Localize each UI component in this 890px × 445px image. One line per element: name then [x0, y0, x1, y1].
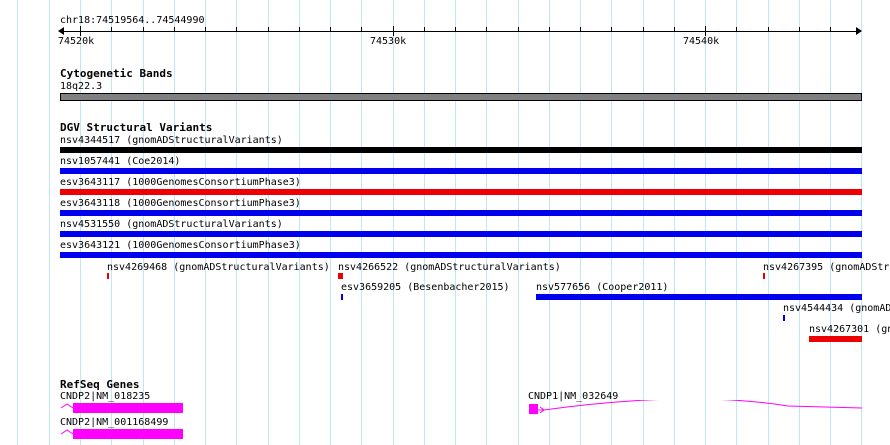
variant-feature[interactable] — [60, 231, 862, 237]
ruler-minor-tick — [518, 27, 519, 32]
variant-feature[interactable] — [809, 336, 862, 342]
ruler-minor-tick — [299, 27, 300, 32]
ruler-minor-tick — [580, 27, 581, 32]
variant-label: esv3643117 (1000GenomesConsortiumPhase3) — [60, 177, 301, 188]
variant-feature[interactable] — [60, 210, 862, 216]
grid-line — [674, 0, 675, 445]
variant-label: nsv4266522 (gnomADStructuralVariants) — [338, 262, 561, 273]
ruler-minor-tick — [768, 27, 769, 32]
gene-label: CNDP2|NM_001168499 — [60, 417, 169, 428]
grid-line — [330, 0, 331, 445]
cytoband-bar[interactable] — [60, 93, 862, 101]
grid-line — [705, 0, 706, 445]
cytoband-track-title[interactable]: Cytogenetic Bands — [60, 68, 173, 80]
ruler-major-tick — [393, 26, 394, 36]
grid-line — [455, 0, 456, 445]
grid-line — [361, 0, 362, 445]
grid-line — [736, 0, 737, 445]
gene-model[interactable] — [60, 402, 186, 416]
ruler-minor-tick — [268, 27, 269, 32]
refseq-track-title[interactable]: RefSeq Genes — [60, 379, 139, 391]
variant-feature[interactable] — [536, 294, 862, 300]
grid-line — [518, 0, 519, 445]
ruler-minor-tick — [736, 27, 737, 32]
variant-label: nsv4267301 (gn — [809, 324, 890, 335]
ruler-minor-tick — [455, 27, 456, 32]
variant-feature[interactable] — [60, 147, 862, 153]
ruler-minor-tick — [799, 27, 800, 32]
variant-label: esv3659205 (Besenbacher2015) — [341, 282, 510, 293]
grid-line — [861, 0, 862, 445]
ruler-minor-tick — [611, 27, 612, 32]
variant-label: nsv4269468 (gnomADStructuralVariants) — [107, 262, 330, 273]
gene-label: CNDP2|NM_018235 — [60, 391, 151, 402]
variant-feature[interactable] — [763, 273, 765, 279]
ruler-minor-tick — [549, 27, 550, 32]
ruler-minor-tick — [486, 27, 487, 32]
variant-label: nsv4344517 (gnomADStructuralVariants) — [60, 135, 283, 146]
gene-model[interactable] — [60, 428, 186, 442]
grid-line — [49, 0, 50, 445]
grid-line — [643, 0, 644, 445]
grid-line — [17, 0, 18, 445]
variant-label: nsv577656 (Cooper2011) — [536, 282, 669, 293]
variant-label: nsv1057441 (Coe2014) — [60, 156, 181, 167]
ruler-minor-tick — [143, 27, 144, 32]
cytoband-label: 18q22.3 — [60, 81, 103, 92]
ruler-major-tick — [705, 26, 706, 36]
ruler-tick-label: 74520k — [58, 36, 95, 47]
arrow-right-icon — [856, 27, 862, 35]
grid-line — [611, 0, 612, 445]
ruler-tick-label: 74530k — [370, 36, 407, 47]
grid-line — [549, 0, 550, 445]
variant-label: esv3643121 (1000GenomesConsortiumPhase3) — [60, 240, 301, 251]
grid-line — [799, 0, 800, 445]
variant-label: esv3643118 (1000GenomesConsortiumPhase3) — [60, 198, 301, 209]
ruler-major-tick — [80, 26, 81, 36]
ruler-minor-tick — [830, 27, 831, 32]
ruler-minor-tick — [111, 27, 112, 32]
ruler-tick-label: 74540k — [683, 36, 720, 47]
variant-feature[interactable] — [341, 294, 343, 300]
variant-feature[interactable] — [783, 315, 785, 321]
genome-browser-view[interactable]: chr18:74519564..74544990 74520k 74530k 7… — [0, 0, 890, 445]
ruler-minor-tick — [174, 27, 175, 32]
grid-line — [393, 0, 394, 445]
variant-label: nsv4267395 (gnomADStr — [763, 262, 890, 273]
ruler-minor-tick — [330, 27, 331, 32]
grid-line — [299, 0, 300, 445]
grid-line — [424, 0, 425, 445]
grid-line — [830, 0, 831, 445]
ruler-minor-tick — [236, 27, 237, 32]
dgv-track-title[interactable]: DGV Structural Variants — [60, 122, 212, 134]
variant-feature[interactable] — [60, 189, 862, 195]
gene-model[interactable] — [528, 400, 864, 416]
ruler-minor-tick — [674, 27, 675, 32]
variant-feature[interactable] — [107, 273, 109, 279]
variant-feature[interactable] — [338, 273, 343, 279]
grid-line — [768, 0, 769, 445]
arrow-left-icon — [58, 27, 64, 35]
ruler-minor-tick — [361, 27, 362, 32]
grid-line — [580, 0, 581, 445]
ruler-minor-tick — [205, 27, 206, 32]
variant-label: nsv4544434 (gnomAD — [783, 303, 890, 314]
ruler-minor-tick — [643, 27, 644, 32]
ruler-minor-tick — [424, 27, 425, 32]
ruler-location: chr18:74519564..74544990 — [60, 15, 205, 26]
variant-label: nsv4531550 (gnomADStructuralVariants) — [60, 219, 283, 230]
variant-feature[interactable] — [60, 168, 862, 174]
grid-line — [486, 0, 487, 445]
ruler-line — [60, 31, 860, 32]
variant-feature[interactable] — [60, 252, 862, 258]
